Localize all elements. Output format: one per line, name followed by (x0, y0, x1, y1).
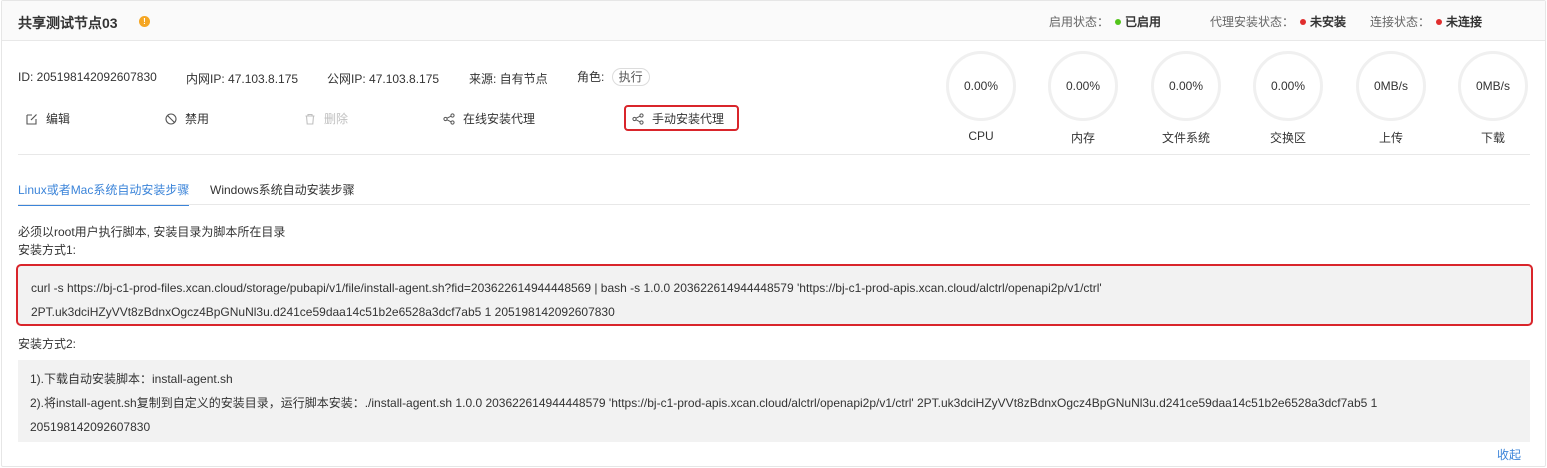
public-ip-value: 47.103.8.175 (369, 72, 440, 86)
download-label: 下载 (1480, 131, 1505, 145)
enable-status-label: 启用状态： (1049, 15, 1110, 29)
online-install-label: 在线安装代理 (463, 112, 536, 126)
private-ip: 内网IP: 47.103.8.175 (186, 70, 298, 87)
role-tag: 执行 (611, 68, 650, 86)
private-ip-value: 47.103.8.175 (228, 72, 299, 86)
role-label: 角色: (577, 70, 608, 84)
swap-label: 交换区 (1269, 131, 1306, 145)
node-card: 共享测试节点03 ! 启用状态： 已启用 代理安装状态： 未安装 连接状态： 未连接 … (1, 0, 1546, 467)
trash-icon (305, 113, 315, 125)
private-ip-label: 内网IP: (186, 72, 229, 86)
delete-label: 删除 (324, 112, 349, 126)
id-value: 205198142092607830 (36, 70, 157, 84)
node-title: 共享测试节点03 (18, 15, 118, 31)
cpu-gauge: 0.00% (946, 51, 1016, 121)
edit-label: 编辑 (46, 112, 71, 126)
memory-gauge: 0.00% (1048, 51, 1118, 121)
delete-button[interactable]: 删除 (304, 110, 348, 127)
root-note: 必须以root用户执行脚本, 安装目录为脚本所在目录 (18, 225, 286, 239)
edit-button[interactable]: 编辑 (26, 110, 70, 127)
method2-line3: 205198142092607830 (30, 420, 151, 434)
disable-label: 禁用 (185, 112, 210, 126)
role: 角色: 执行 (577, 68, 650, 86)
upload-value: 0MB/s (1373, 79, 1408, 93)
method1-line1: curl -s https://bj-c1-prod-files.xcan.cl… (31, 281, 1102, 295)
enable-status: 启用状态： 已启用 (1049, 13, 1161, 30)
node-id: ID: 205198142092607830 (18, 70, 157, 84)
method1-label: 安装方式1: (18, 243, 77, 257)
disable-button[interactable]: 禁用 (165, 110, 209, 127)
filesystem-label: 文件系统 (1161, 131, 1210, 145)
method2-label: 安装方式2: (18, 337, 77, 351)
swap-gauge: 0.00% (1253, 51, 1323, 121)
source-label: 来源: (469, 72, 500, 86)
edit-icon (26, 113, 37, 125)
agent-status-value: 未安装 (1310, 15, 1347, 29)
share-nodes-icon (632, 112, 644, 125)
memory-value: 0.00% (1065, 79, 1101, 93)
memory-label: 内存 (1070, 131, 1095, 145)
cpu-label: CPU (968, 129, 994, 143)
public-ip-label: 公网IP: (327, 72, 370, 86)
method1-command[interactable]: curl -s https://bj-c1-prod-files.xcan.cl… (16, 264, 1533, 326)
connect-status-value: 未连接 (1446, 15, 1483, 29)
info-circle-icon[interactable]: ! (139, 16, 150, 27)
tab-divider (18, 204, 1530, 205)
status-dot-icon (1300, 19, 1307, 26)
manual-install-agent-button[interactable]: 手动安装代理 (632, 110, 724, 127)
card-header: 共享测试节点03 ! 启用状态： 已启用 代理安装状态： 未安装 连接状态： 未连接 (2, 1, 1545, 41)
agent-status-label: 代理安装状态： (1210, 15, 1295, 29)
section-divider (18, 154, 1530, 155)
cpu-value: 0.00% (963, 79, 999, 93)
download-value: 0MB/s (1475, 79, 1510, 93)
method2-line2: 2).将install-agent.sh复制到自定义的安装目录，运行脚本安装：.… (30, 396, 1378, 410)
method2-line1: 1).下载自动安装脚本：install-agent.sh (30, 372, 233, 386)
source: 来源: 自有节点 (469, 70, 548, 87)
online-install-agent-button[interactable]: 在线安装代理 (443, 110, 535, 127)
ban-icon (165, 112, 177, 125)
swap-value: 0.00% (1270, 79, 1306, 93)
id-label: ID: (18, 70, 37, 84)
agent-install-status: 代理安装状态： 未安装 (1210, 13, 1346, 30)
download-gauge: 0MB/s (1458, 51, 1528, 121)
filesystem-value: 0.00% (1168, 79, 1204, 93)
method2-command[interactable]: 1).下载自动安装脚本：install-agent.sh 2).将install… (18, 360, 1530, 442)
method1-line2: 2PT.uk3dciHZyVVt8zBdnxOgcz4BpGNuNl3u.d24… (31, 305, 615, 319)
manual-install-label: 手动安装代理 (652, 112, 725, 126)
connection-status: 连接状态： 未连接 (1370, 13, 1482, 30)
upload-gauge: 0MB/s (1356, 51, 1426, 121)
tab-linux-mac[interactable]: Linux或者Mac系统自动安装步骤 (18, 181, 190, 206)
public-ip: 公网IP: 47.103.8.175 (327, 70, 439, 87)
connect-status-label: 连接状态： (1370, 15, 1431, 29)
filesystem-gauge: 0.00% (1151, 51, 1221, 121)
source-value: 自有节点 (499, 72, 548, 86)
upload-label: 上传 (1378, 131, 1403, 145)
share-nodes-icon (443, 112, 455, 125)
tab-windows[interactable]: Windows系统自动安装步骤 (210, 181, 355, 204)
status-dot-icon (1115, 19, 1122, 26)
status-dot-icon (1436, 19, 1443, 26)
collapse-link[interactable]: 收起 (1497, 446, 1521, 463)
enable-status-value: 已启用 (1125, 15, 1162, 29)
